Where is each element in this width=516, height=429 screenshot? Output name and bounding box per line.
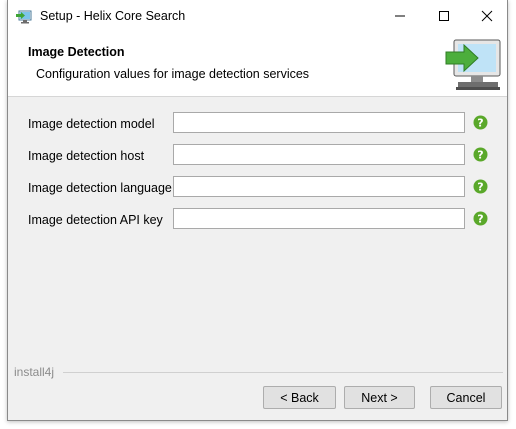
model-label: Image detection model — [28, 117, 155, 131]
api-key-input[interactable] — [173, 208, 465, 229]
host-label: Image detection host — [28, 149, 145, 163]
title-bar[interactable]: Setup - Helix Core Search — [8, 0, 507, 32]
window-title: Setup - Helix Core Search — [40, 9, 186, 23]
question-help-icon[interactable]: ? — [473, 179, 488, 194]
language-label: Image detection language — [28, 181, 172, 195]
page-title: Image Detection — [28, 45, 125, 59]
svg-text:?: ? — [477, 181, 483, 194]
model-input[interactable] — [173, 112, 465, 133]
close-icon — [481, 10, 493, 22]
minimize-icon — [395, 15, 405, 17]
question-help-icon[interactable]: ? — [473, 115, 488, 130]
maximize-button[interactable] — [422, 0, 466, 32]
back-button[interactable]: < Back — [263, 386, 336, 409]
page-subtitle: Configuration values for image detection… — [36, 67, 310, 81]
next-button[interactable]: Next > — [344, 386, 415, 409]
setup-window: Setup - Helix Core Search Image Detectio… — [7, 0, 508, 421]
svg-text:?: ? — [477, 213, 483, 226]
footer-divider — [63, 372, 503, 373]
svg-text:?: ? — [477, 149, 483, 162]
wizard-header: Image Detection Configuration values for… — [8, 32, 507, 97]
question-help-icon[interactable]: ? — [473, 147, 488, 162]
language-input[interactable] — [173, 176, 465, 197]
svg-text:?: ? — [477, 117, 483, 130]
api-key-label: Image detection API key — [28, 213, 163, 227]
minimize-button[interactable] — [378, 0, 422, 32]
maximize-icon — [439, 11, 449, 21]
monitor-arrow-icon — [444, 36, 504, 92]
setup-computer-icon — [16, 9, 32, 25]
close-button[interactable] — [465, 0, 509, 32]
cancel-button[interactable]: Cancel — [430, 386, 502, 409]
question-help-icon[interactable]: ? — [473, 211, 488, 226]
installer-brand-label: install4j — [14, 365, 55, 379]
host-input[interactable] — [173, 144, 465, 165]
